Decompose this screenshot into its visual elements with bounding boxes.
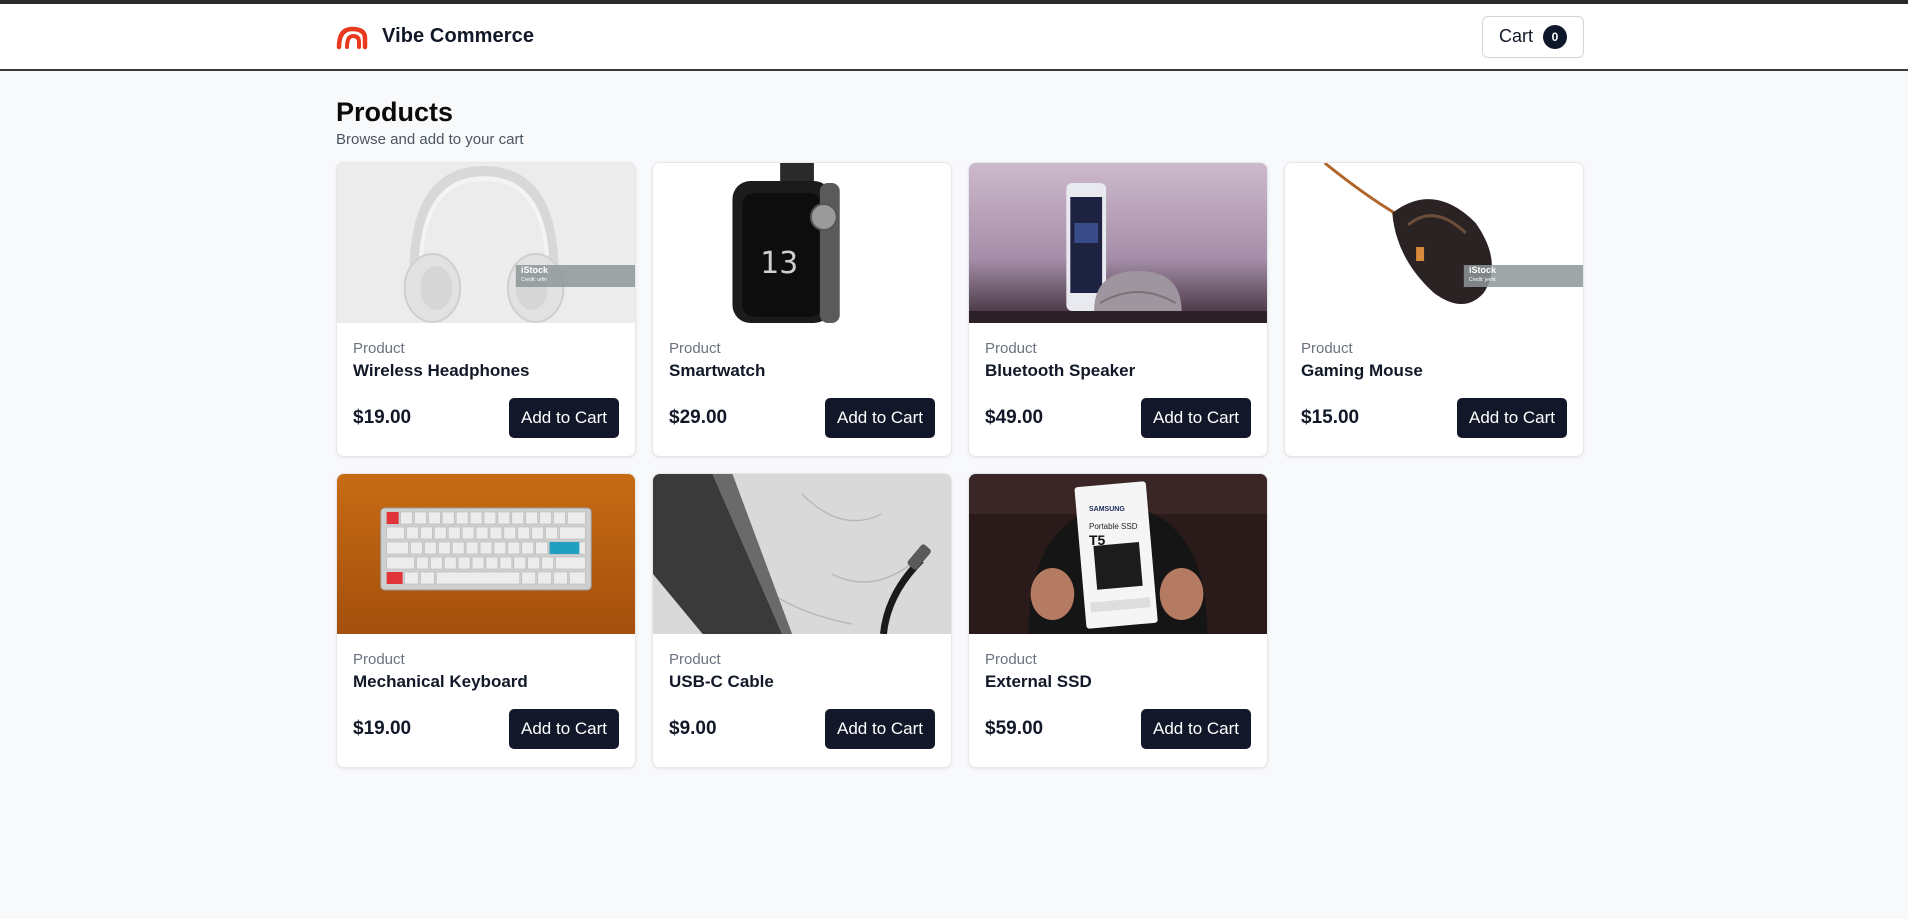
package-text: Portable SSD [1089,522,1138,531]
product-name[interactable]: USB-C Cable [669,671,935,693]
svg-text:13: 13 [760,246,798,281]
product-category: Product [985,340,1037,357]
headphones-image [337,163,635,323]
ssd-image [969,474,1267,634]
price-row: $59.00 Add to Cart [985,709,1251,749]
package-brand: SAMSUNG [1089,506,1125,513]
product-category: Product [353,340,405,357]
add-to-cart-button[interactable]: Add to Cart [825,398,935,438]
product-name[interactable]: Gaming Mouse [1301,360,1567,382]
product-image[interactable] [969,163,1267,323]
vibe-logo-icon [336,26,368,49]
product-card: Product Bluetooth Speaker $49.00 Add to … [968,162,1268,457]
card-body: Product Gaming Mouse $15.00 Add to Cart [1285,323,1583,456]
product-name[interactable]: Bluetooth Speaker [985,360,1251,382]
price-row: $9.00 Add to Cart [669,709,935,749]
speaker-image [969,163,1267,323]
product-image[interactable] [653,474,951,634]
product-card: SAMSUNG Portable SSD T5 Product External… [968,473,1268,768]
brand[interactable]: Vibe Commerce [336,24,534,50]
price-row: $19.00 Add to Cart [353,709,619,749]
product-category: Product [669,651,721,668]
product-card: 13 Product Smartwatch $29.00 Add to Cart [652,162,952,457]
product-card: iStock Credit: urfin Product Wireless He… [336,162,636,457]
package-model: T5 [1089,532,1106,548]
product-price: $15.00 [1301,407,1360,428]
product-card: Product USB-C Cable $9.00 Add to Cart [652,473,952,768]
keyboard-image [337,474,635,634]
cart-label: Cart [1498,26,1533,46]
product-price: $49.00 [985,407,1044,428]
card-body: Product External SSD $59.00 Add to Cart [969,634,1267,767]
price-row: $49.00 Add to Cart [985,398,1251,438]
product-category: Product [1301,340,1353,357]
cart-button[interactable]: Cart 0 [1481,15,1584,58]
card-body: Product Bluetooth Speaker $49.00 Add to … [969,323,1267,456]
product-name[interactable]: External SSD [985,671,1251,693]
add-to-cart-button[interactable]: Add to Cart [509,709,619,749]
add-to-cart-button[interactable]: Add to Cart [1457,398,1567,438]
main-content: Products Browse and add to your cart iSt… [336,96,1584,768]
product-category: Product [669,340,721,357]
product-card: Product Mechanical Keyboard $19.00 Add t… [336,473,636,768]
add-to-cart-button[interactable]: Add to Cart [509,398,619,438]
product-price: $29.00 [669,407,728,428]
smartwatch-image: 13 [653,163,951,323]
product-name[interactable]: Wireless Headphones [353,360,619,382]
header-inner: Vibe Commerce Cart 0 [336,4,1584,69]
site-header: Vibe Commerce Cart 0 [0,4,1908,71]
add-to-cart-button[interactable]: Add to Cart [1141,398,1251,438]
product-category: Product [353,651,405,668]
cable-image [653,474,951,634]
page-title: Products [336,97,454,127]
card-body: Product Wireless Headphones $19.00 Add t… [337,323,635,456]
watermark-text: iStock [521,265,549,275]
card-body: Product Smartwatch $29.00 Add to Cart [653,323,951,456]
product-price: $59.00 [985,718,1044,739]
product-name[interactable]: Smartwatch [669,360,935,382]
product-category: Product [985,651,1037,668]
add-to-cart-button[interactable]: Add to Cart [825,709,935,749]
product-image[interactable] [337,474,635,634]
product-price: $9.00 [669,718,717,739]
price-row: $19.00 Add to Cart [353,398,619,438]
product-grid: iStock Credit: urfin Product Wireless He… [336,162,1584,768]
product-price: $19.00 [353,718,412,739]
watermark-credit: Credit: urfin [521,277,547,283]
product-card: iStock Credit: jevtic Product Gaming Mou… [1284,162,1584,457]
watermark-credit: Credit: jevtic [1469,277,1497,283]
product-image[interactable]: SAMSUNG Portable SSD T5 [969,474,1267,634]
add-to-cart-button[interactable]: Add to Cart [1141,709,1251,749]
product-image[interactable]: iStock Credit: jevtic [1285,163,1583,323]
watermark-text: iStock [1469,265,1497,275]
page-subtitle: Browse and add to your cart [336,131,524,148]
cart-count-badge: 0 [1543,24,1567,49]
price-row: $15.00 Add to Cart [1301,398,1567,438]
product-image[interactable]: iStock Credit: urfin [337,163,635,323]
product-name[interactable]: Mechanical Keyboard [353,671,619,693]
mouse-image [1285,163,1583,323]
product-price: $19.00 [353,407,412,428]
product-image[interactable]: 13 [653,163,951,323]
card-body: Product Mechanical Keyboard $19.00 Add t… [337,634,635,767]
brand-name: Vibe Commerce [382,25,535,47]
card-body: Product USB-C Cable $9.00 Add to Cart [653,634,951,767]
price-row: $29.00 Add to Cart [669,398,935,438]
